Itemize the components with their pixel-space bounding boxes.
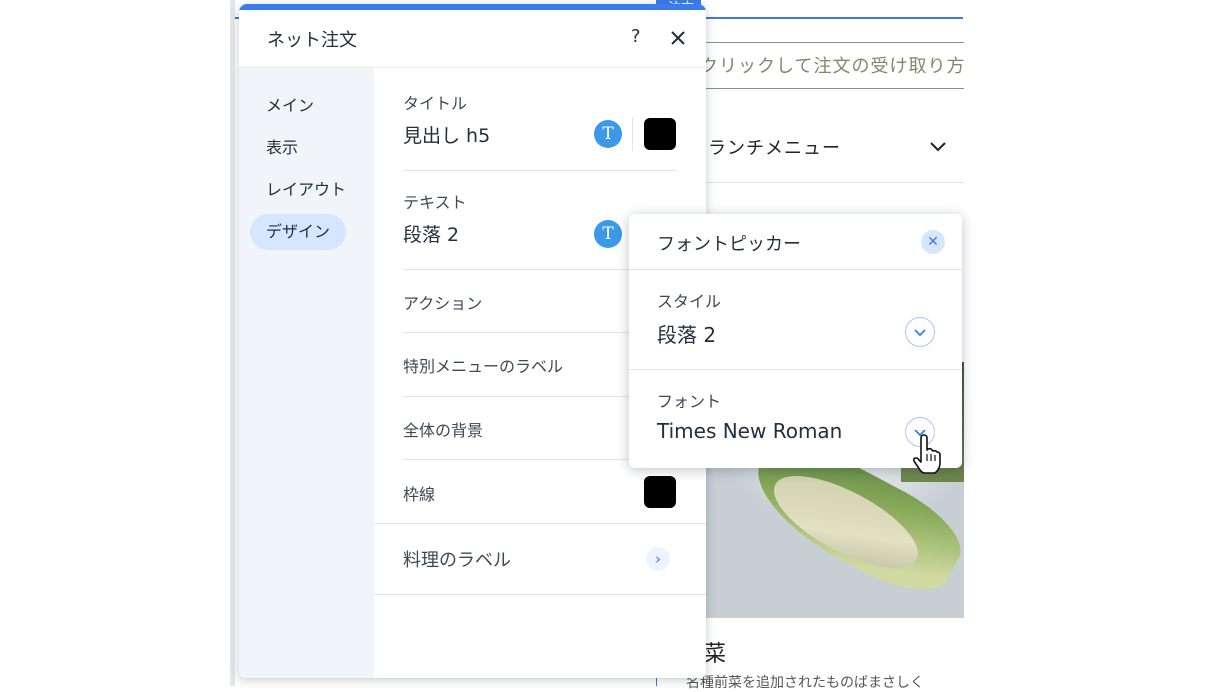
title-color-swatch[interactable] [644,118,676,150]
preview-dish-title: 菜 [704,642,727,667]
action-label: アクション [403,294,483,313]
dish-label-nav-row[interactable]: 料理のラベル › [374,524,706,595]
text-style-icon[interactable]: T [594,220,622,248]
sidebar-item-layout[interactable]: レイアウト [250,172,362,208]
font-picker-title: フォントピッカー [657,234,801,255]
panel-sidebar: メイン 表示 レイアウト デザイン [239,68,374,678]
style-value[interactable]: 段落 2 [657,319,716,348]
sidebar-item-main[interactable]: メイン [250,88,330,124]
chevron-down-icon[interactable] [905,317,935,347]
border-color-swatch[interactable] [644,476,676,508]
sidebar-item-display[interactable]: 表示 [250,130,314,166]
text-style-icon[interactable]: T [594,120,622,148]
divider [629,269,962,270]
preview-menu-select[interactable]: ランチメニュー [708,134,841,160]
hand-cursor-icon [912,434,941,474]
separator [632,117,633,151]
preview-dish-description: 名種前菜を追加されたものばまさしく [686,675,924,691]
style-label: スタイル [657,292,722,311]
close-icon[interactable] [667,27,689,49]
divider [629,369,962,370]
panel-title: ネット注文 [267,30,357,51]
preview-divider [706,88,964,89]
border-label: 枠線 [403,485,436,504]
title-label: タイトル [403,94,468,113]
font-picker-popup: フォントピッカー ✕ スタイル 段落 2 フォント Times New Roma… [629,214,962,468]
chevron-down-icon[interactable] [928,139,948,155]
title-style-value: 見出し h5 [403,125,491,147]
font-label: フォント [657,392,722,411]
background-label: 全体の背景 [403,421,484,440]
special-menu-label: 特別メニューのラベル [403,357,564,376]
panel-header: ネット注文 ? [239,10,706,68]
sidebar-item-design[interactable]: デザイン [250,214,347,250]
close-icon[interactable]: ✕ [921,230,945,254]
font-value[interactable]: Times New Roman [657,419,842,443]
preview-cta-text[interactable]: クリックして注文の受け取り方法 [700,52,964,78]
text-label: テキスト [403,193,467,212]
dish-label-text: 料理のラベル [403,550,511,571]
help-button[interactable]: ? [631,26,641,47]
chevron-right-icon: › [646,547,670,571]
text-style-value: 段落 2 [403,224,460,246]
preview-divider [706,42,964,43]
preview-divider [706,182,964,183]
canvas-left-edge [230,0,235,686]
divider [403,170,677,171]
